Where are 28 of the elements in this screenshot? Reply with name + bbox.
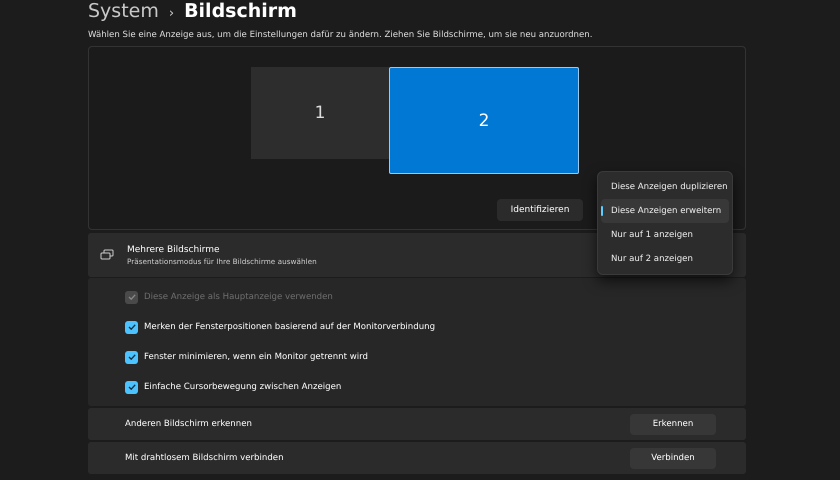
- card-title: Mehrere Bildschirme: [127, 244, 221, 254]
- option-label: Merken der Fensterpositionen basierend auf der Monitorverbindung: [144, 322, 436, 332]
- action-button[interactable]: Erkennen: [630, 414, 716, 434]
- selection-indicator: [601, 206, 603, 216]
- option-label: Einfache Cursorbewegung zwischen Anzeigen: [144, 382, 342, 392]
- check-icon: [126, 292, 136, 302]
- setting-label: Anderen Bildschirm erkennen: [125, 419, 252, 429]
- menu-item[interactable]: Nur auf 2 anzeigen: [601, 247, 729, 271]
- menu-item[interactable]: Diese Anzeigen duplizieren: [601, 175, 729, 199]
- check-icon: [126, 322, 136, 332]
- check-icon: [126, 382, 136, 392]
- check-icon: [126, 352, 136, 362]
- description-text: Wählen Sie eine Anzeige aus, um die Einstellungen dafür zu ändern. Ziehen Sie Bildschirme, um sie neu anzuordnen.: [88, 30, 594, 40]
- breadcrumb-parent[interactable]: System: [88, 0, 159, 22]
- page-title: Bildschirm: [184, 0, 297, 22]
- action-button[interactable]: Verbinden: [630, 448, 716, 468]
- identify-button[interactable]: Identifizieren: [497, 199, 583, 221]
- checkbox[interactable]: [125, 320, 138, 334]
- option-label: Fenster minimieren, wenn ein Monitor getrennt wird: [144, 352, 368, 362]
- setting-label: Mit drahtlosem Bildschirm verbinden: [125, 453, 284, 463]
- option-label: Diese Anzeige als Hauptanzeige verwenden: [144, 292, 333, 302]
- breadcrumb-separator: ›: [168, 6, 174, 21]
- monitor-tile[interactable]: 2: [389, 67, 579, 174]
- checkbox[interactable]: [125, 350, 138, 364]
- checkbox[interactable]: [125, 380, 138, 394]
- monitor-tile[interactable]: 1: [251, 67, 389, 159]
- monitors-icon: [100, 249, 114, 261]
- menu-item[interactable]: Diese Anzeigen erweitern: [601, 199, 729, 223]
